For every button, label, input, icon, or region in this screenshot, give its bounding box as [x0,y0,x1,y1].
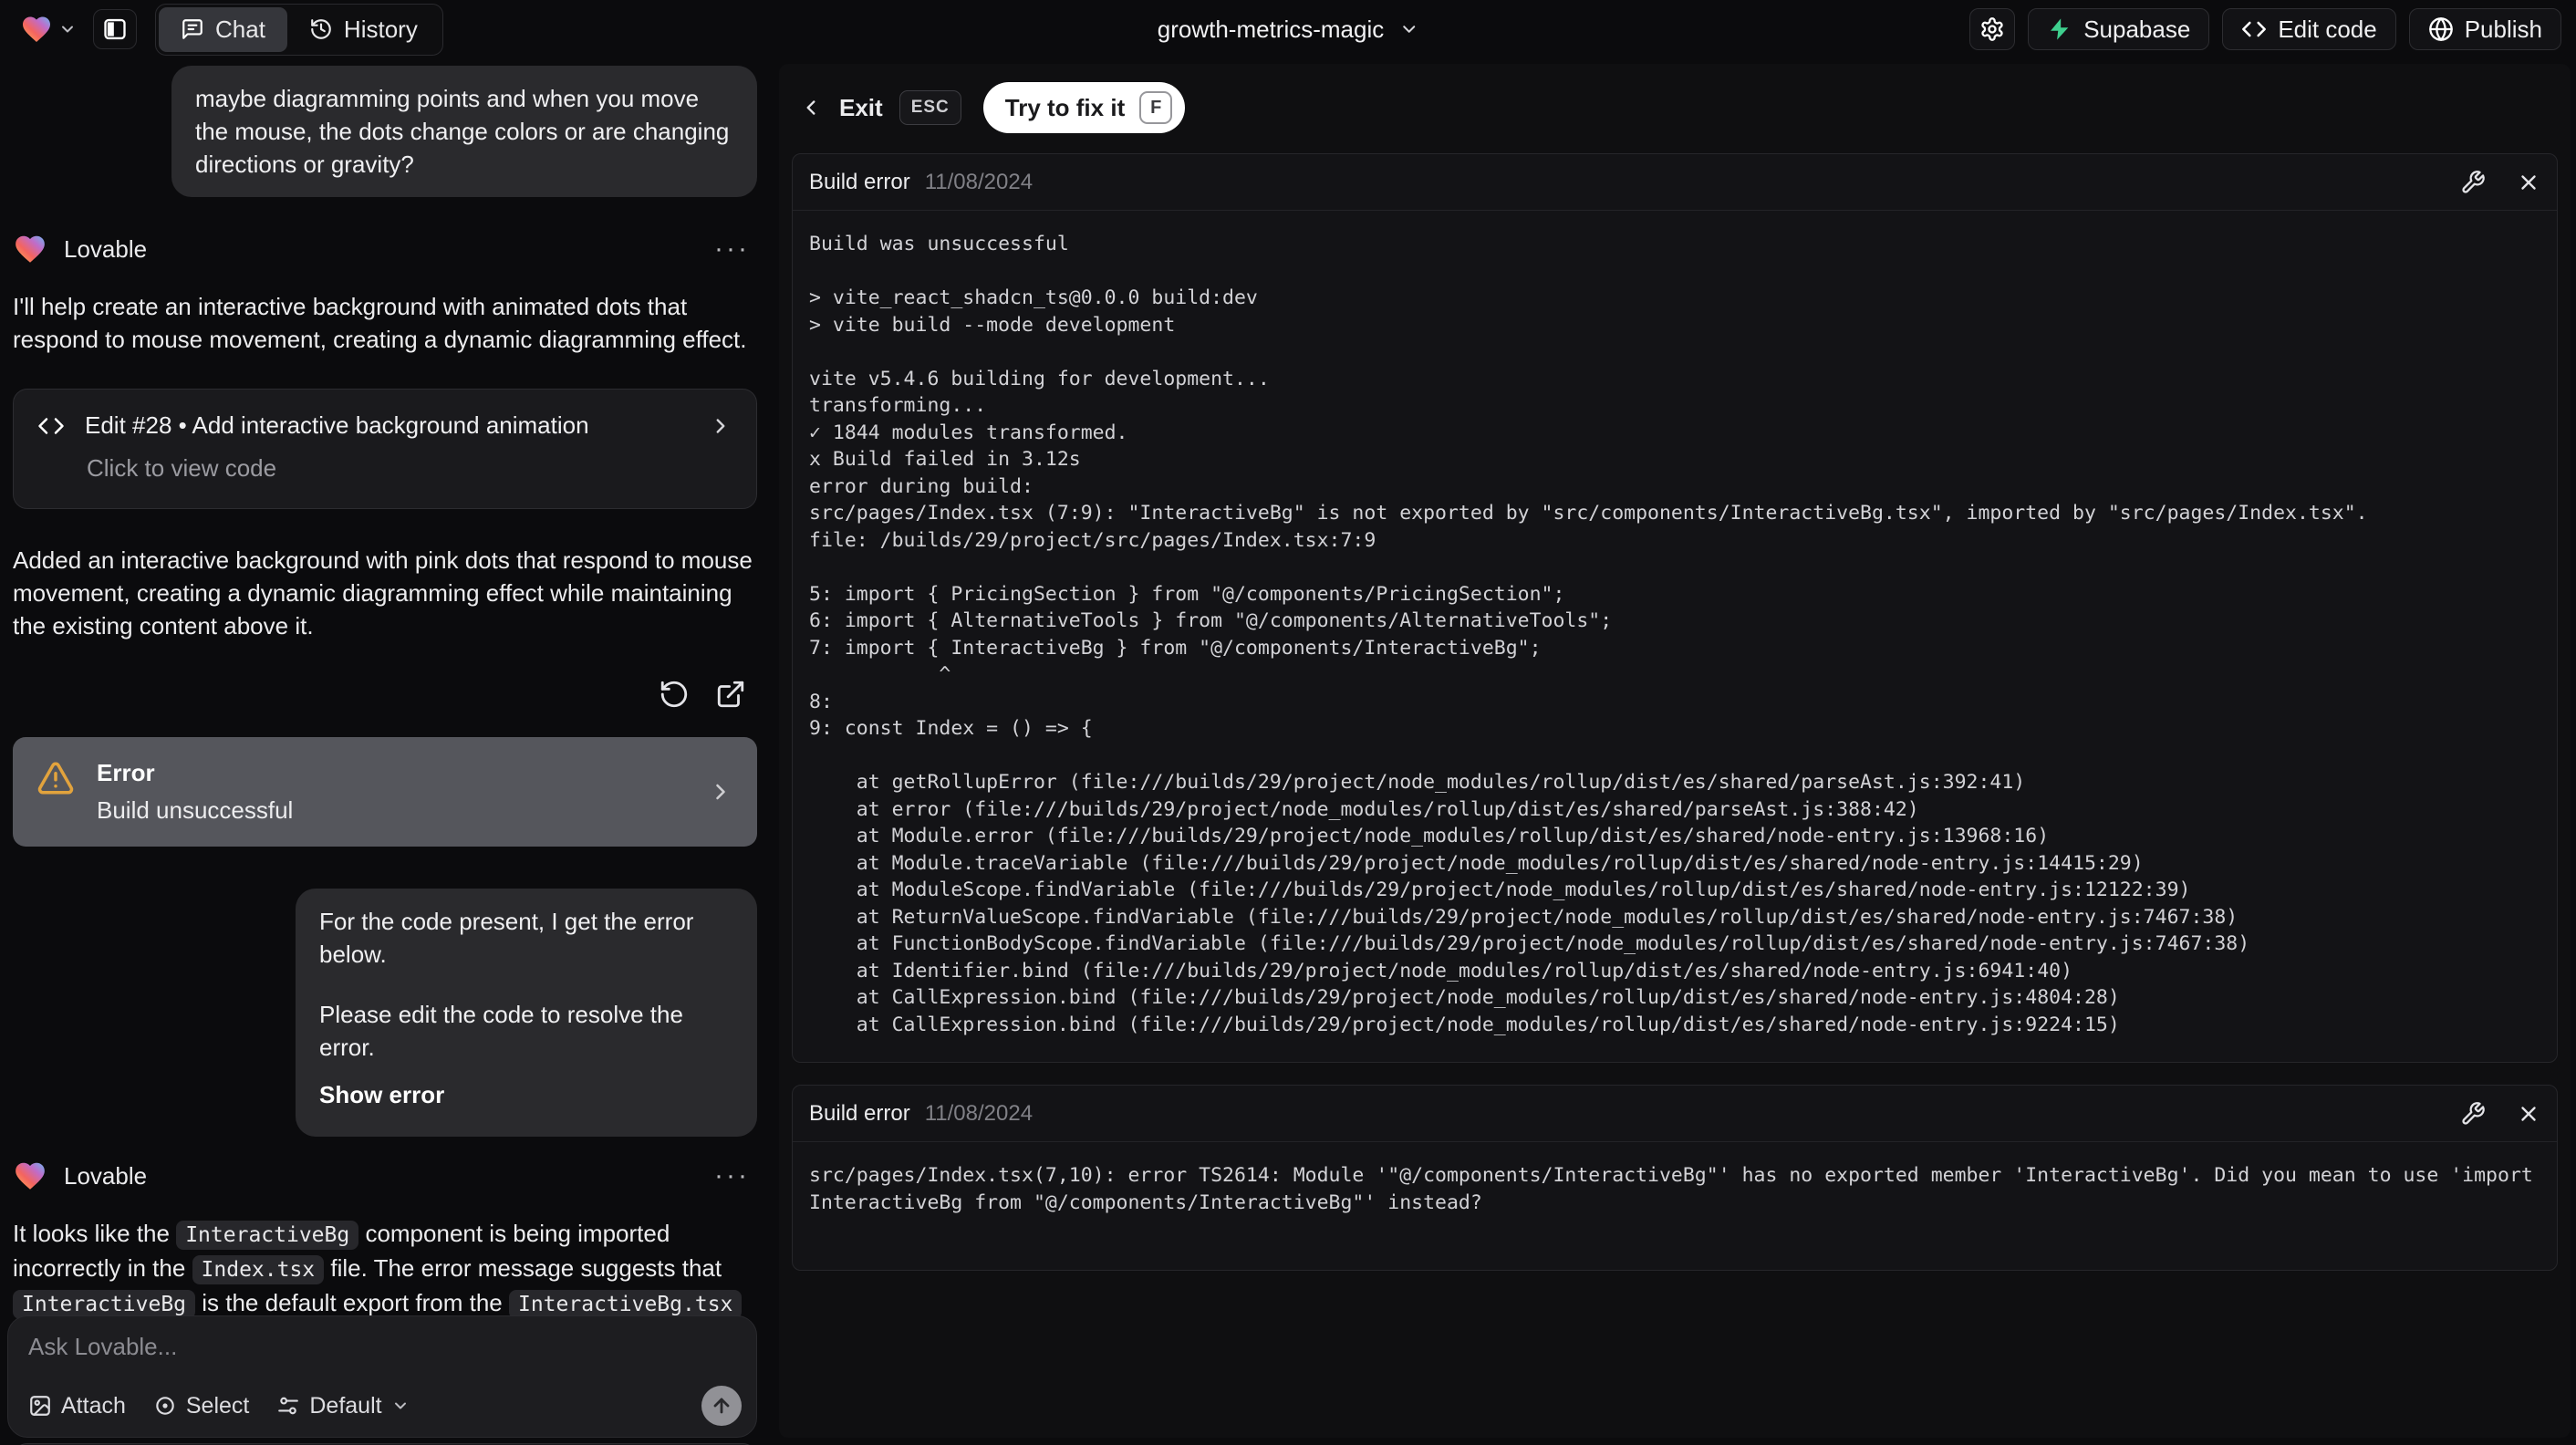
top-bar: Chat History growth-metrics-magic Supaba… [0,0,2576,58]
inline-code: InteractiveBg [176,1221,359,1250]
lovable-heart-icon [20,13,53,46]
panel-date: 11/08/2024 [924,1100,1034,1126]
project-name: growth-metrics-magic [1157,15,1385,43]
exit-button[interactable]: Exit ESC [799,90,961,125]
message-actions [13,679,746,710]
edit-card-subtitle: Click to view code [87,454,277,482]
supabase-bolt-icon [2047,16,2072,42]
fix-with-ai-button[interactable] [2460,170,2486,195]
error-overlay-panel: Exit ESC Try to fix it F Build error 11/… [779,64,2571,1438]
gear-icon [1979,16,2005,42]
chat-bubble-icon [181,17,204,41]
panel-title: Build error [809,1100,910,1126]
assistant-message: I'll help create an interactive backgrou… [13,293,747,353]
tab-history[interactable]: History [287,7,440,52]
assistant-name: Lovable [64,1161,148,1190]
user-error-line: For the code present, I get the error be… [319,908,694,968]
message-options-button[interactable]: ··· [714,1160,757,1191]
fix-label: Try to fix it [1004,93,1126,121]
build-error-panel: Build error 11/08/2024 src/pages/Index.t… [792,1085,2558,1271]
publish-label: Publish [2464,15,2542,43]
panel-date: 11/08/2024 [924,169,1034,194]
attach-button[interactable]: Attach [28,1393,126,1419]
chevron-right-icon [708,779,733,805]
chevron-down-icon [391,1397,410,1415]
mode-label: Default [309,1392,382,1419]
exit-label: Exit [839,93,883,121]
supabase-button[interactable]: Supabase [2028,8,2210,50]
panel-layout-icon [102,16,128,42]
assistant-header: Lovable ··· [13,1159,757,1193]
code-brackets-icon [2241,16,2267,42]
supabase-label: Supabase [2083,15,2191,43]
publish-button[interactable]: Publish [2408,8,2561,50]
message-options-button[interactable]: ··· [714,234,757,265]
chevron-right-icon [709,414,732,438]
build-error-panel: Build error 11/08/2024 Build was unsucce… [792,153,2558,1063]
inline-code: Index.tsx [192,1255,325,1284]
lovable-avatar [13,232,47,266]
lovable-avatar [13,1159,47,1193]
open-preview-button[interactable] [715,679,746,710]
panel-title: Build error [809,169,910,194]
settings-button[interactable] [1969,8,2016,50]
arrow-up-icon [711,1395,732,1417]
edit-card-28[interactable]: Edit #28 • Add interactive background an… [13,389,757,509]
close-panel-button[interactable] [2517,171,2540,194]
history-clock-icon [309,17,333,41]
error-overlay-header: Exit ESC Try to fix it F [786,69,2563,150]
build-error-card[interactable]: Error Build unsuccessful [13,737,757,847]
edit-code-button[interactable]: Edit code [2222,8,2396,50]
f-keycap: F [1139,91,1173,124]
tab-chat-label: Chat [215,15,265,43]
assistant-message: Added an interactive background with pin… [13,546,753,639]
mode-selector[interactable]: Default [276,1393,409,1419]
restore-button[interactable] [659,679,690,710]
send-button[interactable] [701,1386,742,1426]
sliders-icon [276,1394,300,1418]
select-label: Select [185,1392,250,1419]
try-to-fix-button[interactable]: Try to fix it F [982,82,1186,133]
assistant-header: Lovable ··· [13,232,757,266]
globe-icon [2428,16,2454,42]
edit-code-label: Edit code [2278,15,2377,43]
sidebar-toggle-button[interactable] [93,9,137,49]
attach-label: Attach [61,1392,126,1419]
user-error-message: For the code present, I get the error be… [296,889,757,1137]
target-icon [153,1394,177,1418]
chat-panel: maybe diagramming points and when you mo… [0,58,772,1445]
fix-with-ai-button[interactable] [2460,1101,2486,1127]
chat-composer: Attach Select Default [7,1315,757,1438]
image-attach-icon [28,1394,52,1418]
warning-triangle-icon [36,759,75,797]
project-name-menu[interactable]: growth-metrics-magic [1158,16,1419,44]
chat-scroll-area[interactable]: maybe diagramming points and when you mo… [13,66,757,1445]
build-log: Build was unsuccessful > vite_react_shad… [809,233,2368,1036]
chat-history-tabs: Chat History [155,3,443,56]
chevron-down-icon [58,20,77,38]
assistant-name: Lovable [64,234,148,263]
tab-history-label: History [343,15,418,43]
chevron-left-icon [799,96,823,120]
esc-keycap: ESC [898,90,961,125]
lovable-logo-menu[interactable] [15,13,82,46]
code-brackets-icon [37,412,65,440]
close-panel-button[interactable] [2517,1102,2540,1126]
edit-card-title: Edit #28 • Add interactive background an… [85,411,589,439]
user-message: maybe diagramming points and when you mo… [171,66,757,197]
chat-input[interactable] [28,1333,736,1361]
select-button[interactable]: Select [153,1393,249,1419]
show-error-link[interactable]: Show error [319,1078,444,1111]
user-error-line: Please edit the code to resolve the erro… [319,1001,683,1061]
error-card-subtitle: Build unsuccessful [97,796,294,824]
chevron-down-icon [1398,19,1418,39]
build-log: src/pages/Index.tsx(7,10): error TS2614:… [809,1164,2545,1214]
error-card-title: Error [97,759,155,786]
tab-chat[interactable]: Chat [159,6,287,52]
